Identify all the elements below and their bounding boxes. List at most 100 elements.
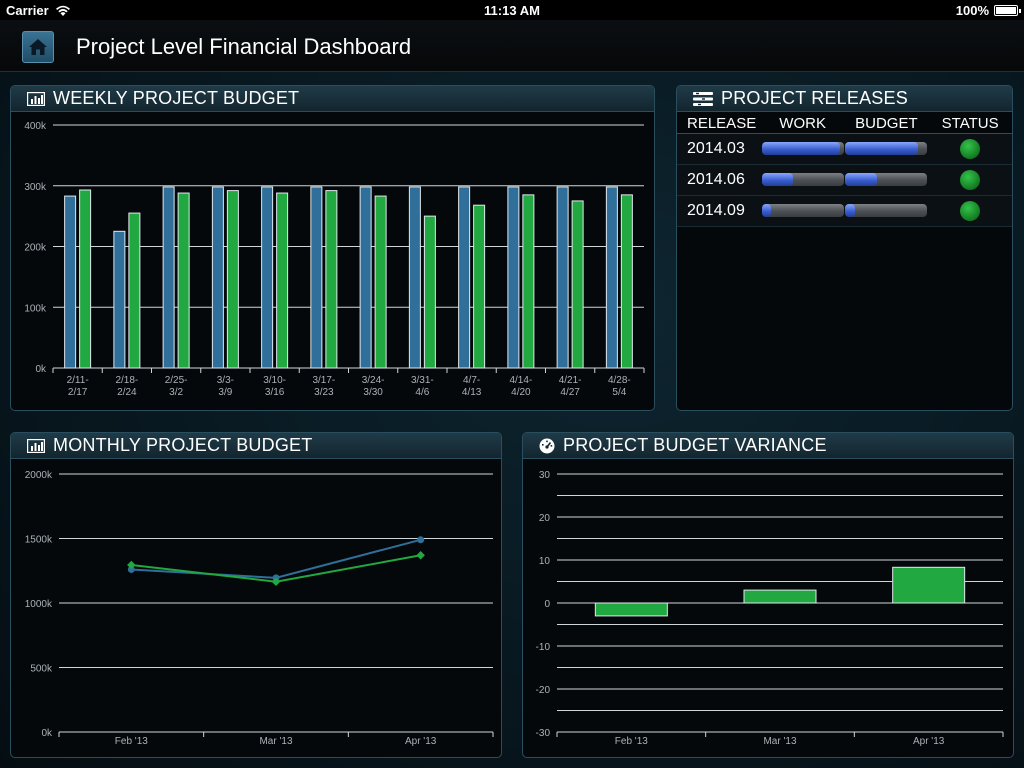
x-tick-label: 2/24 <box>117 387 137 398</box>
budget-variance-panel: PROJECT BUDGET VARIANCE -30 -20 -10 0 10 20 30… <box>522 432 1014 758</box>
bar-green <box>620 194 633 369</box>
work-progress-bar <box>761 142 844 156</box>
releases-table: RELEASE WORK BUDGET STATUS 2014.03 2014.… <box>677 113 1012 227</box>
bar-blue <box>113 230 126 369</box>
work-progress-bar <box>761 204 844 218</box>
variance-bar <box>594 602 668 617</box>
x-tick-label: Feb '13 <box>115 736 148 747</box>
x-tick-label: Apr '13 <box>913 736 945 747</box>
y-tick-label: 300k <box>24 182 47 193</box>
y-tick-label: 0k <box>41 728 53 739</box>
x-tick-label: 3/31- <box>411 375 434 386</box>
y-tick-label: 30 <box>539 470 551 481</box>
bar-green <box>571 200 584 369</box>
x-tick-label: 4/28- <box>608 375 631 386</box>
bar-green <box>374 195 387 369</box>
bar-green <box>79 189 92 369</box>
bar-blue <box>64 195 77 369</box>
y-tick-label: 400k <box>24 121 47 132</box>
bar-blue <box>261 186 274 369</box>
x-tick-label: 4/7- <box>463 375 480 386</box>
y-tick-label: 500k <box>30 664 53 675</box>
y-tick-label: 0k <box>35 364 47 375</box>
monthly-budget-title: MONTHLY PROJECT BUDGET <box>53 435 313 455</box>
y-tick-label: -10 <box>536 642 551 653</box>
x-tick-label: 4/27 <box>560 387 580 398</box>
table-row[interactable]: 2014.03 <box>677 134 1012 165</box>
speedometer-icon <box>539 438 555 453</box>
project-releases-title: PROJECT RELEASES <box>721 88 908 108</box>
data-point <box>416 551 425 560</box>
bar-green <box>423 215 436 369</box>
x-tick-label: 3/3- <box>217 375 234 386</box>
budget-progress-bar <box>845 204 928 218</box>
bar-blue <box>605 186 618 369</box>
x-tick-label: Feb '13 <box>615 736 648 747</box>
bar-green <box>177 192 190 369</box>
releases-table-header: RELEASE WORK BUDGET STATUS <box>677 113 1012 134</box>
x-tick-label: 3/9 <box>218 387 232 398</box>
table-row[interactable]: 2014.06 <box>677 165 1012 196</box>
x-tick-label: Apr '13 <box>405 736 437 747</box>
bar-blue <box>359 186 372 369</box>
weekly-budget-panel: WEEKLY PROJECT BUDGET 0k 100k 200k 300k 400k… <box>10 85 655 411</box>
nav-bar: Project Level Financial Dashboard <box>0 20 1024 72</box>
bar-blue <box>556 186 569 369</box>
list-icon <box>693 91 713 106</box>
x-tick-label: 2/25- <box>165 375 188 386</box>
y-tick-label: 1000k <box>25 599 53 610</box>
y-tick-label: -30 <box>536 728 551 739</box>
battery-label: 100% <box>955 3 989 18</box>
release-name: 2014.03 <box>687 140 745 157</box>
variance-bar <box>743 589 817 604</box>
bar-blue <box>458 186 471 369</box>
bar-blue <box>507 186 520 369</box>
x-tick-label: 5/4 <box>612 387 626 398</box>
x-tick-label: 3/17- <box>312 375 335 386</box>
release-name: 2014.09 <box>687 202 745 219</box>
home-button[interactable] <box>22 31 54 63</box>
home-icon <box>29 39 47 55</box>
y-tick-label: 10 <box>539 556 551 567</box>
x-tick-label: 3/23 <box>314 387 334 398</box>
weekly-budget-chart: 0k 100k 200k 300k 400k 2/11-2/17 2/18-2/24 2/25… <box>24 121 645 398</box>
bar-chart-icon <box>27 438 45 453</box>
column-header-work: WORK <box>779 114 826 132</box>
x-tick-label: 3/10- <box>263 375 286 386</box>
x-tick-label: 2/11- <box>67 375 89 386</box>
bar-blue <box>408 186 421 369</box>
x-tick-label: 3/30 <box>363 387 383 398</box>
x-tick-label: 3/16 <box>265 387 285 398</box>
weekly-budget-header: WEEKLY PROJECT BUDGET <box>11 86 654 112</box>
battery-icon <box>994 5 1021 16</box>
monthly-budget-header: MONTHLY PROJECT BUDGET <box>11 433 501 459</box>
status-indicator-icon <box>960 201 981 221</box>
column-header-release: RELEASE <box>687 114 757 132</box>
x-tick-label: 4/14- <box>509 375 532 386</box>
x-tick-label: 3/24- <box>362 375 385 386</box>
y-tick-label: 20 <box>539 513 551 524</box>
variance-bar <box>892 566 966 604</box>
x-tick-label: 2/17 <box>68 387 88 398</box>
x-tick-label: Mar '13 <box>763 736 796 747</box>
status-indicator-icon <box>960 170 981 190</box>
x-tick-label: 4/21- <box>559 375 582 386</box>
series-blue-line <box>131 538 421 579</box>
bar-blue <box>310 186 323 369</box>
clock: 11:13 AM <box>484 3 540 18</box>
battery-status: 100% <box>955 3 1021 18</box>
project-releases-panel: PROJECT RELEASES RELEASE WORK BUDGET STA… <box>676 85 1013 411</box>
work-progress-bar <box>761 173 844 187</box>
y-tick-label: 100k <box>24 303 47 314</box>
table-row[interactable]: 2014.09 <box>677 196 1012 227</box>
y-tick-label: 200k <box>24 243 47 254</box>
bar-green <box>128 212 141 369</box>
page-title: Project Level Financial Dashboard <box>76 34 412 59</box>
x-tick-label: 3/2 <box>169 387 183 398</box>
x-tick-label: Mar '13 <box>259 736 292 747</box>
budget-variance-header: PROJECT BUDGET VARIANCE <box>523 433 1013 459</box>
project-releases-header: PROJECT RELEASES <box>677 86 1012 112</box>
bar-chart-icon <box>27 91 45 106</box>
budget-variance-chart: -30 -20 -10 0 10 20 30 Feb '13 Mar '13 Apr '13 <box>536 470 1004 747</box>
budget-progress-bar <box>845 173 928 187</box>
